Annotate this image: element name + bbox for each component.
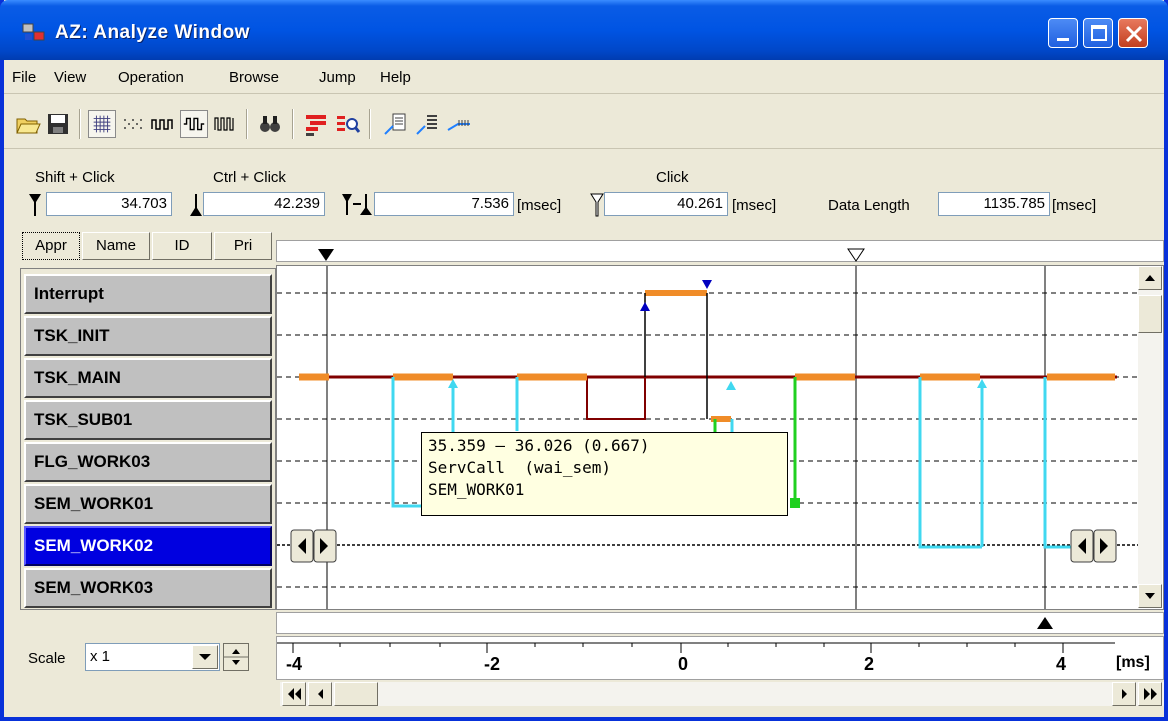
rewind-icon: [288, 688, 301, 700]
tooltip-line-call: ServCall (wai_sem): [428, 458, 612, 477]
scroll-down-button[interactable]: [1138, 584, 1162, 608]
row-scroll-left-right-end[interactable]: [1070, 529, 1120, 563]
tooltip-line-object: SEM_WORK01: [428, 480, 525, 499]
menu-bar: File View Operation Browse Jump Help: [4, 60, 1164, 94]
ctrl-cursor-icon: [190, 194, 202, 216]
menu-operation[interactable]: Operation: [118, 69, 184, 86]
tab-pri[interactable]: Pri: [214, 232, 272, 260]
axis-tick-label: 4: [1056, 654, 1067, 674]
spin-arrows-icon: [224, 649, 248, 665]
axis-tick-label: -2: [484, 654, 501, 674]
click-cursor-marker-icon[interactable]: [847, 248, 865, 262]
axis-tick-label: -4: [286, 654, 303, 674]
axis-tick-label: 0: [678, 654, 689, 674]
scroll-last-button[interactable]: [1138, 682, 1162, 706]
chevron-down-icon: [199, 654, 211, 660]
jump-right-icon[interactable]: [445, 110, 473, 138]
task-tsk-init[interactable]: TSK_INIT: [24, 316, 272, 356]
menu-jump[interactable]: Jump: [319, 69, 356, 86]
minimize-icon: [1057, 38, 1069, 41]
cursor-diff-field[interactable]: 7.536: [374, 192, 514, 216]
pulse3-icon[interactable]: [211, 110, 239, 138]
shift-click-label: Shift + Click: [35, 169, 115, 186]
fast-forward-icon: [1144, 688, 1157, 700]
pulse-icon[interactable]: [149, 110, 177, 138]
vertical-scroll-thumb[interactable]: [1138, 295, 1162, 333]
menu-view[interactable]: View: [54, 69, 86, 86]
click-field[interactable]: 40.261: [604, 192, 728, 216]
axis-ticks: [277, 642, 1115, 653]
horizontal-scroll-thumb[interactable]: [334, 682, 378, 706]
axis-unit-label: [ms]: [1116, 654, 1150, 671]
arrow-up-icon: [1145, 275, 1155, 281]
jump-up-icon[interactable]: [381, 110, 409, 138]
ctrl-click-label: Ctrl + Click: [213, 169, 286, 186]
grid-icon[interactable]: [88, 110, 116, 138]
pulse2-icon[interactable]: [180, 110, 208, 138]
scale-label: Scale: [28, 650, 66, 667]
cursor-ruler-top[interactable]: [276, 240, 1164, 262]
tab-name[interactable]: Name: [82, 232, 150, 260]
scroll-up-button[interactable]: [1138, 266, 1162, 290]
tooltip-line-time: 35.359 – 36.026 (0.667): [428, 436, 650, 455]
click-unit: [msec]: [732, 197, 777, 214]
arrow-left-icon: [318, 689, 323, 699]
close-icon: [1125, 25, 1143, 43]
task-tsk-main[interactable]: TSK_MAIN: [24, 358, 272, 398]
menu-browse[interactable]: Browse: [229, 69, 279, 86]
shift-click-field[interactable]: 34.703: [46, 192, 172, 216]
cursor-diff-icon: [342, 194, 372, 215]
task-interrupt[interactable]: Interrupt: [24, 274, 272, 314]
click-cursor-icon: [590, 193, 604, 217]
task-tsk-sub01[interactable]: TSK_SUB01: [24, 400, 272, 440]
arrow-down-icon: [1145, 593, 1155, 599]
maximize-icon: [1091, 25, 1107, 41]
title-bar: AZ: Analyze Window: [0, 0, 1168, 60]
arrow-right-icon: [1122, 689, 1127, 699]
scale-spinner[interactable]: [223, 643, 249, 671]
scale-dropdown-button[interactable]: [192, 645, 218, 669]
axis-tick-label: 2: [864, 654, 875, 674]
toolbar: [4, 95, 1164, 149]
menu-help[interactable]: Help: [380, 69, 411, 86]
open-icon[interactable]: [14, 110, 42, 138]
scroll-right-button[interactable]: [1112, 682, 1136, 706]
time-axis: [276, 636, 1164, 680]
ctrl-click-field[interactable]: 42.239: [203, 192, 325, 216]
dots-icon[interactable]: [119, 110, 147, 138]
data-length-field: 1135.785: [938, 192, 1050, 216]
task-sem-work03[interactable]: SEM_WORK03: [24, 568, 272, 608]
data-length-label: Data Length: [828, 197, 910, 214]
jump-up2-icon[interactable]: [413, 110, 441, 138]
app-icon: [22, 23, 45, 41]
horizontal-scrollbar[interactable]: [280, 682, 1164, 706]
ctrl-cursor-marker-icon[interactable]: [1036, 616, 1054, 630]
event-tooltip: 35.359 – 36.026 (0.667) ServCall (wai_sem…: [421, 432, 788, 516]
menu-file[interactable]: File: [12, 69, 36, 86]
minimize-button[interactable]: [1048, 18, 1078, 48]
bars-icon[interactable]: [302, 110, 330, 138]
shift-cursor-marker-icon[interactable]: [317, 248, 335, 262]
find-icon[interactable]: [256, 110, 284, 138]
tab-appr[interactable]: Appr: [22, 232, 80, 260]
maximize-button[interactable]: [1083, 18, 1113, 48]
cursor-diff-unit: [msec]: [517, 197, 562, 214]
data-length-unit: [msec]: [1052, 197, 1097, 214]
analyze-window: AZ: Analyze Window File View Operation B…: [0, 0, 1168, 721]
task-sem-work01[interactable]: SEM_WORK01: [24, 484, 272, 524]
close-button[interactable]: [1118, 18, 1148, 48]
tab-id[interactable]: ID: [152, 232, 212, 260]
task-flg-work03[interactable]: FLG_WORK03: [24, 442, 272, 482]
task-sem-work02[interactable]: SEM_WORK02: [24, 526, 272, 566]
window-title: AZ: Analyze Window: [55, 22, 250, 43]
save-icon[interactable]: [44, 110, 72, 138]
zoom-icon[interactable]: [334, 110, 362, 138]
scroll-first-button[interactable]: [282, 682, 306, 706]
cursor-ruler-bottom[interactable]: [276, 612, 1164, 634]
shift-cursor-icon: [29, 194, 41, 216]
row-scroll-left-right[interactable]: [290, 529, 340, 563]
click-label: Click: [656, 169, 689, 186]
scroll-left-button[interactable]: [308, 682, 332, 706]
